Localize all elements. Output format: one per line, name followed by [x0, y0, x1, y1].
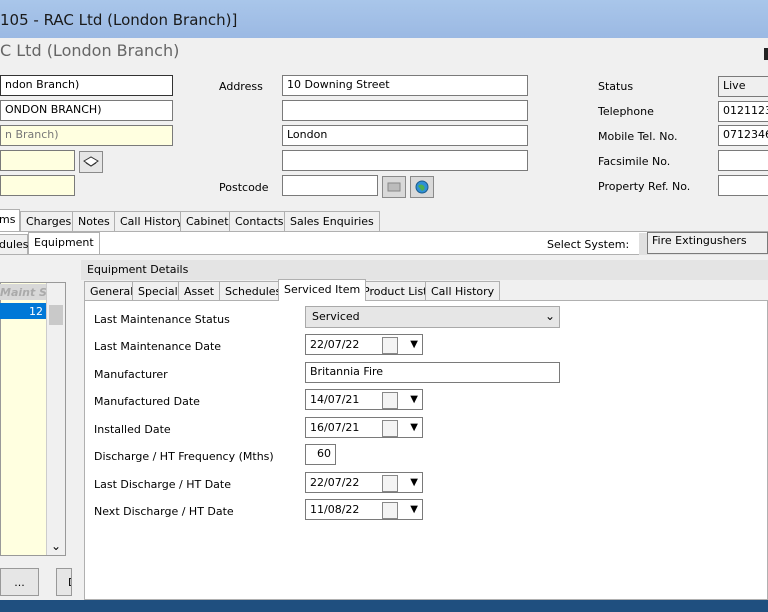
last-maint-status-dropdown[interactable]: Serviced ⌄: [305, 306, 560, 328]
mobile-field[interactable]: 07123465: [718, 125, 768, 146]
bottom-strip: [0, 600, 768, 612]
tab-serviced-item[interactable]: Serviced Item: [278, 279, 367, 301]
next-discharge-label: Next Discharge / HT Date: [94, 505, 234, 518]
tab-schedules[interactable]: dules: [0, 234, 29, 254]
last-maint-date-picker[interactable]: 22/07/22 ▼: [305, 334, 423, 355]
last-discharge-date-picker[interactable]: 22/07/22 ▼: [305, 472, 423, 493]
installed-date-value: 16/07/21: [310, 421, 360, 434]
telephone-field[interactable]: 01211234: [718, 101, 768, 122]
discharge-frequency-label: Discharge / HT Frequency (Mths): [94, 450, 274, 463]
fax-field[interactable]: [718, 150, 768, 171]
telephone-label: Telephone: [598, 105, 654, 118]
next-discharge-value: 11/08/22: [310, 503, 360, 516]
discharge-frequency-field[interactable]: 60: [305, 444, 336, 465]
map-icon: [387, 182, 401, 192]
postcode-label: Postcode: [219, 181, 269, 194]
address-line4-field[interactable]: [282, 150, 528, 171]
tab-call-history[interactable]: Call History: [114, 211, 190, 231]
window-title: 105 - RAC Ltd (London Branch)]: [0, 11, 238, 29]
book-icon: [83, 156, 99, 167]
page-subtitle: C Ltd (London Branch): [0, 41, 180, 60]
manufacturer-field[interactable]: Britannia Fire: [305, 362, 560, 383]
tab-notes[interactable]: Notes: [72, 211, 116, 231]
list-action-button[interactable]: ...: [0, 568, 39, 596]
list-second-button[interactable]: D: [56, 568, 72, 596]
property-ref-label: Property Ref. No.: [598, 180, 691, 193]
map-button[interactable]: [382, 176, 406, 198]
last-maint-status-label: Last Maintenance Status: [94, 313, 230, 326]
dropdown-arrow-icon[interactable]: ▼: [410, 504, 418, 515]
details-tab-strip: General Special Asset Schedules Serviced…: [84, 279, 768, 301]
manufacturer-label: Manufacturer: [94, 368, 168, 381]
edge-marker: [764, 48, 768, 60]
details-header: Equipment Details: [81, 260, 768, 280]
list-item[interactable]: 12: [0, 303, 46, 319]
main-tab-strip: ms Charges Notes Call History Cabinet Co…: [0, 209, 768, 231]
tab-call-history-detail[interactable]: Call History: [425, 281, 501, 301]
tab-contacts[interactable]: Contacts: [229, 211, 290, 231]
next-discharge-date-picker[interactable]: 11/08/22 ▼: [305, 499, 423, 520]
tab-sales-enquiries[interactable]: Sales Enquiries: [284, 211, 380, 231]
customer-name-upper-field[interactable]: ONDON BRANCH): [0, 100, 173, 121]
list-scrollbar[interactable]: ⌄: [46, 283, 65, 555]
last-maint-status-value: Serviced: [312, 310, 360, 323]
globe-icon: [415, 180, 429, 194]
calendar-icon[interactable]: [382, 392, 398, 409]
address-label: Address: [219, 80, 263, 93]
chevron-down-icon: ⌄: [544, 309, 555, 323]
last-discharge-label: Last Discharge / HT Date: [94, 478, 231, 491]
chevron-down-icon[interactable]: ⌄: [51, 539, 61, 553]
last-maint-date-value: 22/07/22: [310, 338, 360, 351]
tab-charges[interactable]: Charges: [20, 211, 78, 231]
installed-date-picker[interactable]: 16/07/21 ▼: [305, 417, 423, 438]
property-ref-field[interactable]: [718, 175, 768, 196]
dropdown-arrow-icon[interactable]: ▼: [410, 339, 418, 350]
installed-date-label: Installed Date: [94, 423, 171, 436]
address-city-field[interactable]: London: [282, 125, 528, 146]
manufactured-date-label: Manufactured Date: [94, 395, 200, 408]
customer-name-field[interactable]: ndon Branch): [0, 75, 173, 96]
customer-extra-field[interactable]: [0, 175, 75, 196]
calendar-icon[interactable]: [382, 420, 398, 437]
web-lookup-button[interactable]: [410, 176, 434, 198]
status-field: Live: [718, 76, 768, 97]
manufactured-date-value: 14/07/21: [310, 393, 360, 406]
postcode-field[interactable]: [282, 175, 378, 196]
calendar-icon[interactable]: [382, 475, 398, 492]
tab-systems[interactable]: ms: [0, 209, 20, 231]
scroll-thumb[interactable]: [49, 305, 63, 325]
dropdown-arrow-icon[interactable]: ▼: [410, 477, 418, 488]
last-discharge-value: 22/07/22: [310, 476, 360, 489]
sub-tab-strip: dules Equipment: [0, 232, 200, 254]
mobile-label: Mobile Tel. No.: [598, 130, 678, 143]
tab-equipment[interactable]: Equipment: [28, 232, 100, 254]
customer-branch-field[interactable]: n Branch): [0, 125, 173, 146]
tab-asset[interactable]: Asset: [178, 281, 221, 301]
tab-product-list[interactable]: Product List: [357, 281, 434, 301]
select-system-label: Select System:: [547, 238, 630, 251]
book-lookup-button[interactable]: [79, 151, 103, 173]
customer-code-field[interactable]: [0, 150, 75, 171]
dropdown-arrow-icon[interactable]: ▼: [410, 394, 418, 405]
address-line2-field[interactable]: [282, 100, 528, 121]
dropdown-arrow-icon[interactable]: ▼: [410, 422, 418, 433]
fax-label: Facsimile No.: [598, 155, 671, 168]
manufactured-date-picker[interactable]: 14/07/21 ▼: [305, 389, 423, 410]
last-maint-date-label: Last Maintenance Date: [94, 340, 222, 353]
address-line1-field[interactable]: 10 Downing Street: [282, 75, 528, 96]
list-header[interactable]: Maint S...: [0, 284, 46, 300]
select-system-dropdown[interactable]: Fire Extingushers: [647, 232, 768, 254]
tab-cabinet[interactable]: Cabinet: [180, 211, 235, 231]
tab-special[interactable]: Special: [132, 281, 184, 301]
status-label: Status: [598, 80, 634, 93]
calendar-icon[interactable]: [382, 337, 398, 354]
calendar-icon[interactable]: [382, 502, 398, 519]
